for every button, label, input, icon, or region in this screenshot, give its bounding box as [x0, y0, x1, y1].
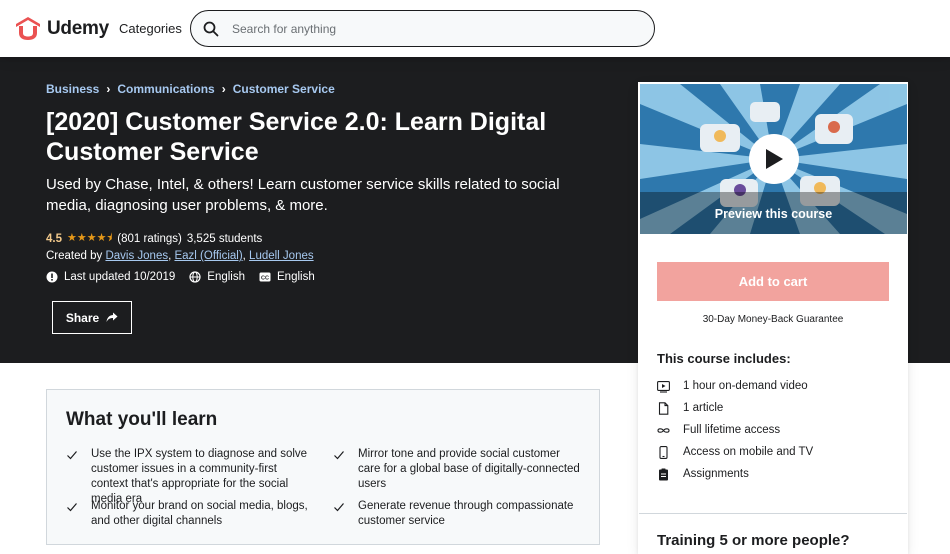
author-link-eazl[interactable]: Eazl (Official) [174, 250, 242, 262]
list-item: Full lifetime access [657, 419, 813, 441]
chevron-right-icon: › [221, 82, 226, 96]
assignment-icon [659, 468, 668, 480]
check-icon [334, 451, 344, 460]
list-item: 1 article [657, 397, 813, 419]
udemy-logo[interactable]: Udemy [13, 16, 109, 42]
video-icon [657, 380, 670, 393]
author-link-ludell-jones[interactable]: Ludell Jones [249, 250, 314, 262]
rating-number: 4.5 [46, 232, 62, 245]
share-button[interactable]: Share [52, 301, 132, 334]
created-by-row: Created by Davis Jones, Eazl (Official),… [46, 250, 314, 262]
what-youll-learn-section: What you'll learn Use the IPX system to … [46, 389, 600, 545]
captions: CC English [259, 271, 315, 283]
learn-item: Monitor your brand on social media, blog… [66, 499, 316, 529]
ratings-count-link[interactable]: (801 ratings) [117, 233, 182, 245]
course-includes-title: This course includes: [657, 351, 791, 366]
check-icon [67, 451, 77, 460]
course-meta-row: Last updated 10/2019 English CC English [46, 271, 329, 283]
list-item: 1 hour on-demand video [657, 375, 813, 397]
categories-menu[interactable]: Categories [119, 21, 182, 36]
globe-icon [189, 271, 201, 283]
learn-item: Generate revenue through compassionate c… [333, 499, 583, 529]
list-item: Assignments [657, 463, 813, 485]
breadcrumb-communications[interactable]: Communications [117, 82, 214, 96]
course-title: [2020] Customer Service 2.0: Learn Digit… [46, 108, 547, 166]
check-icon [67, 503, 77, 512]
captions-text: English [277, 271, 315, 283]
last-updated-text: Last updated 10/2019 [64, 271, 176, 283]
search-icon[interactable] [203, 21, 219, 37]
breadcrumb-business[interactable]: Business [46, 82, 99, 96]
infinity-icon [657, 427, 670, 433]
learn-item-text: Use the IPX system to diagnose and solve… [91, 448, 308, 505]
brand-name: Udemy [47, 18, 109, 39]
search-input[interactable] [232, 21, 632, 36]
star-rating-icon: ★★★★⯨ [67, 232, 113, 244]
author-link-davis-jones[interactable]: Davis Jones [105, 250, 168, 262]
students-count: 3,525 students [186, 232, 263, 245]
chevron-right-icon: › [106, 82, 111, 96]
play-icon [766, 149, 783, 169]
include-label: Access on mobile and TV [683, 446, 814, 458]
top-navigation-bar: Udemy Categories [0, 0, 950, 57]
search-bar[interactable] [190, 10, 655, 47]
rating-row: 4.5 ★★★★⯨ (801 ratings) 3,525 students [46, 229, 262, 248]
play-button[interactable] [749, 134, 799, 184]
learn-item-text: Generate revenue through compassionate c… [358, 500, 574, 527]
training-teams-title: Training 5 or more people? [657, 532, 850, 549]
closed-captions-icon: CC [259, 272, 271, 282]
divider [639, 513, 907, 514]
add-to-cart-button[interactable]: Add to cart [657, 262, 889, 301]
alert-badge-icon [46, 271, 58, 283]
language-text: English [207, 271, 245, 283]
share-arrow-icon [106, 312, 118, 322]
share-label: Share [65, 310, 100, 325]
created-by-label: Created by [46, 250, 106, 262]
mobile-icon [659, 445, 668, 459]
course-purchase-card: Preview this course Add to cart 30-Day M… [638, 82, 908, 554]
course-subtitle: Used by Chase, Intel, & others! Learn cu… [46, 176, 560, 214]
svg-text:CC: CC [261, 275, 269, 281]
learn-item: Use the IPX system to diagnose and solve… [66, 447, 316, 507]
include-label: 1 article [683, 402, 724, 414]
breadcrumb-customer-service[interactable]: Customer Service [233, 82, 335, 96]
course-preview-video[interactable]: Preview this course [640, 84, 907, 234]
what-youll-learn-title: What you'll learn [66, 409, 218, 430]
preview-label: Preview this course [714, 207, 833, 221]
learn-item: Mirror tone and provide social customer … [333, 447, 583, 492]
language: English [189, 271, 245, 283]
money-back-guarantee: 30-Day Money-Back Guarantee [702, 314, 844, 325]
check-icon [334, 503, 344, 512]
include-label: Assignments [683, 468, 749, 480]
include-label: 1 hour on-demand video [683, 380, 808, 392]
breadcrumb: Business › Communications › Customer Ser… [46, 82, 335, 96]
file-icon [658, 401, 669, 415]
last-updated: Last updated 10/2019 [46, 271, 175, 283]
udemy-logo-icon [16, 17, 40, 40]
learn-item-text: Mirror tone and provide social customer … [358, 448, 580, 490]
list-item: Access on mobile and TV [657, 441, 813, 463]
course-includes-list: 1 hour on-demand video 1 article Full li… [657, 375, 813, 485]
include-label: Full lifetime access [683, 424, 781, 436]
learn-item-text: Monitor your brand on social media, blog… [91, 500, 308, 527]
